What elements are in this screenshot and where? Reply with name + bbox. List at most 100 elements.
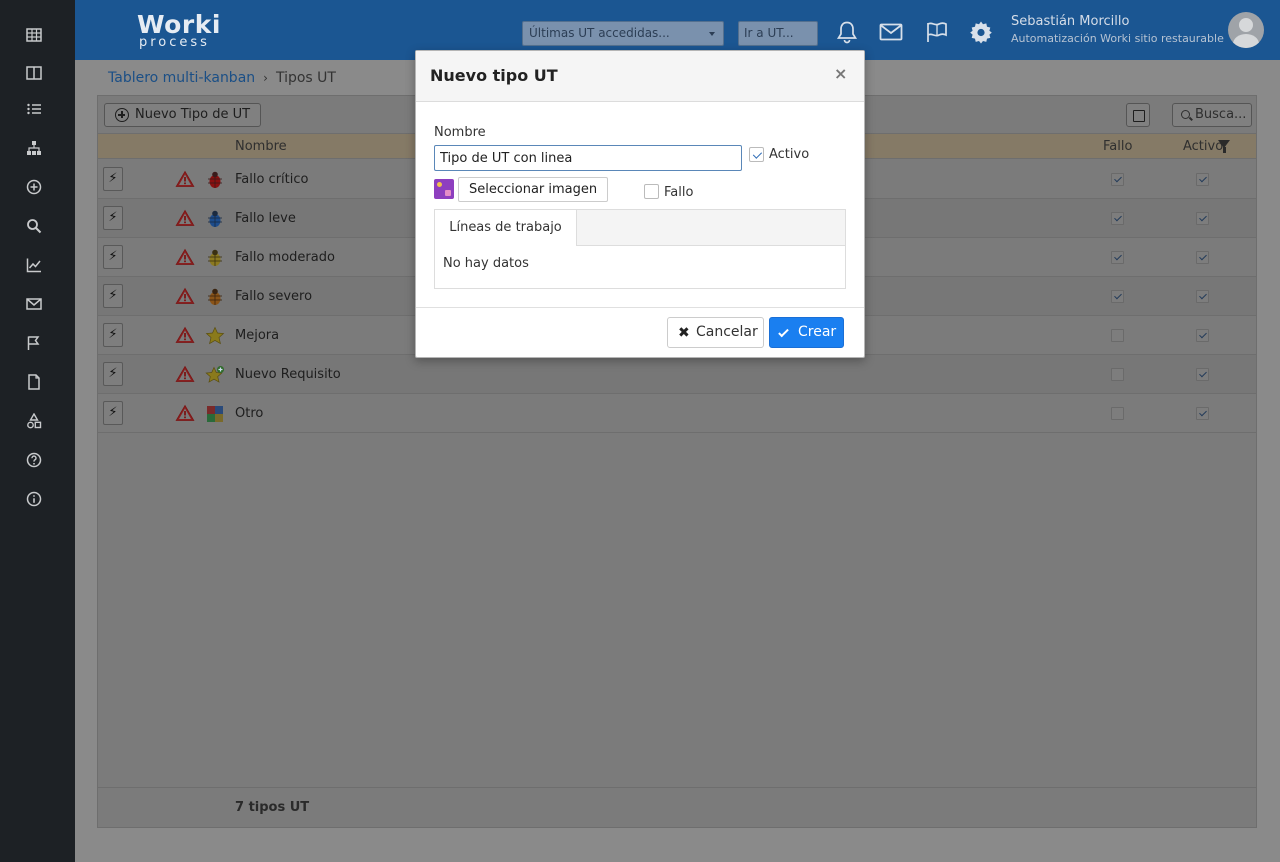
name-input[interactable] [434,145,742,171]
bug-red-icon [208,171,222,188]
row-name: Fallo leve [235,211,296,226]
column-header-name[interactable]: Nombre [235,139,287,154]
type-image-thumbnail [434,179,454,199]
fallo-checkbox [1111,407,1124,420]
puzzle-icon [207,406,223,422]
fallo-checkbox [1111,173,1124,186]
row-name: Mejora [235,328,280,343]
app-logo[interactable]: Worki process [137,12,221,49]
sidebar [0,0,75,862]
grid-icon[interactable] [24,25,44,45]
table-footer: 7 tipos UT [98,787,1256,827]
bolt-icon[interactable]: ⚡ [103,245,123,269]
new-type-dialog: Nuevo tipo UT × Nombre Activo Selecciona… [415,50,865,358]
activo-checkbox [1196,212,1209,225]
search-icon[interactable] [24,216,44,236]
user-org: Automatización Worki sitio restaurable [1011,32,1224,45]
table-row[interactable]: ⚡ Nuevo Requisito [98,355,1256,394]
list-icon[interactable] [24,99,44,119]
add-circle-icon[interactable] [24,177,44,197]
filter-icon[interactable] [1218,140,1230,153]
close-icon[interactable]: × [834,64,847,83]
cancel-button[interactable]: ✖ Cancelar [667,317,764,348]
tab-work-lines[interactable]: Líneas de trabajo [435,210,577,246]
bell-icon[interactable] [833,18,861,46]
create-button-label: Crear [798,324,837,340]
fallo-checkbox [1111,290,1124,303]
star-plus-icon [205,366,224,383]
select-image-label: Seleccionar imagen [469,182,598,197]
breadcrumb-separator: › [263,71,268,85]
bolt-icon[interactable]: ⚡ [103,401,123,425]
goto-ut-placeholder: Ir a UT... [744,26,794,40]
empty-state-text: No hay datos [443,256,529,271]
row-name: Fallo crítico [235,172,309,187]
activo-checkbox [1196,251,1209,264]
dialog-header: Nuevo tipo UT × [416,51,864,102]
bolt-icon[interactable]: ⚡ [103,362,123,386]
recent-ut-placeholder: Últimas UT accedidas... [529,26,670,40]
star-icon [205,326,225,345]
mail-icon[interactable] [24,294,44,314]
create-button[interactable]: Crear [769,317,844,348]
shapes-icon[interactable] [24,411,44,431]
close-icon: ✖ [678,325,690,341]
column-header-fallo[interactable]: Fallo [1103,139,1132,154]
bolt-icon[interactable]: ⚡ [103,206,123,230]
chart-icon[interactable] [24,255,44,275]
add-circle-icon [115,108,129,122]
calendar-icon[interactable] [1126,103,1150,127]
search-icon [1181,110,1190,119]
bug-blue-icon [208,210,222,227]
table-row[interactable]: ⚡ Otro [98,394,1256,433]
flag-icon[interactable] [923,18,951,46]
logo-text-main: Worki [137,10,221,39]
columns-icon[interactable] [24,63,44,83]
fallo-label[interactable]: Fallo [664,185,693,200]
bolt-icon[interactable]: ⚡ [103,284,123,308]
bolt-icon[interactable]: ⚡ [103,323,123,347]
avatar[interactable] [1228,12,1264,48]
warning-icon [175,248,195,265]
info-icon[interactable] [24,489,44,509]
tab-strip: Líneas de trabajo [435,210,845,246]
warning-icon [175,365,195,382]
name-label: Nombre [434,125,486,140]
document-icon[interactable] [24,372,44,392]
activo-checkbox [1196,173,1209,186]
breadcrumb: Tablero multi-kanban › Tipos UT [108,70,336,86]
envelope-icon[interactable] [877,18,905,46]
fallo-checkbox [1111,251,1124,264]
fallo-checkbox [1111,212,1124,225]
activo-checkbox [1196,407,1209,420]
search-placeholder: Busca... [1195,107,1247,122]
new-type-button[interactable]: Nuevo Tipo de UT [104,103,262,127]
user-name[interactable]: Sebastián Morcillo [1011,14,1129,29]
search-input[interactable]: Busca... [1172,103,1252,127]
row-name: Fallo moderado [235,250,335,265]
flag-icon[interactable] [24,333,44,353]
goto-ut-input[interactable]: Ir a UT... [738,21,818,46]
cancel-button-label: Cancelar [696,324,758,340]
activo-label[interactable]: Activo [769,147,809,162]
help-icon[interactable] [24,450,44,470]
activo-checkbox[interactable] [749,147,764,162]
row-name: Otro [235,406,264,421]
bolt-icon[interactable]: ⚡ [103,167,123,191]
dialog-title: Nuevo tipo UT [430,66,558,85]
fallo-checkbox[interactable] [644,184,659,199]
activo-checkbox [1196,329,1209,342]
fallo-checkbox [1111,368,1124,381]
checkmark-icon [778,326,789,338]
warning-icon [175,326,195,343]
gear-icon[interactable] [967,18,995,46]
row-name: Fallo severo [235,289,313,304]
activo-checkbox [1196,290,1209,303]
chevron-down-icon [709,32,715,36]
breadcrumb-parent-link[interactable]: Tablero multi-kanban [108,70,255,86]
recent-ut-select[interactable]: Últimas UT accedidas... [522,21,724,46]
breadcrumb-current: Tipos UT [275,70,336,86]
warning-icon [175,170,195,187]
sitemap-icon[interactable] [24,138,44,158]
select-image-button[interactable]: Seleccionar imagen [458,177,609,202]
